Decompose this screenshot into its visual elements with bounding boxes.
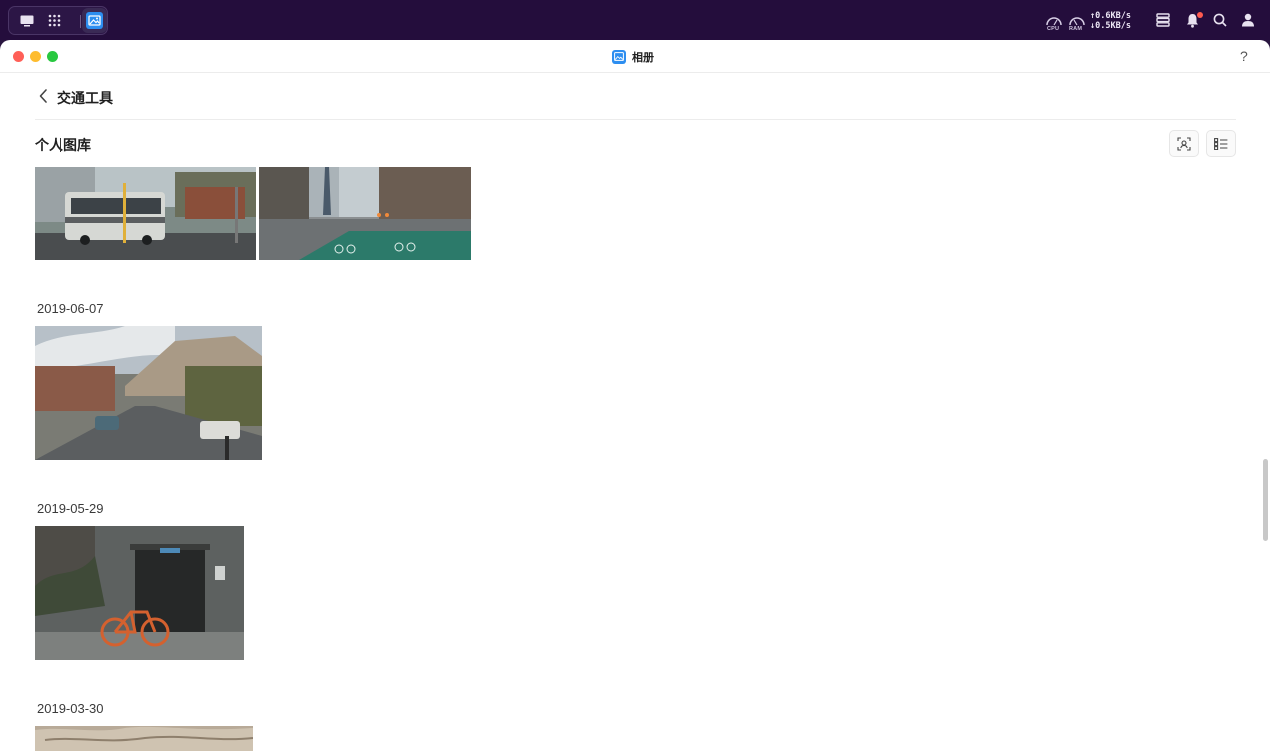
minimize-button[interactable] <box>30 51 41 62</box>
list-view-icon <box>1214 137 1228 150</box>
ram-gauge-icon[interactable] <box>1067 0 1087 40</box>
photo-street-bike-lane[interactable] <box>259 167 471 260</box>
window-title-group: 相册 <box>612 49 654 64</box>
text-cursor <box>60 138 61 152</box>
header-divider <box>35 119 1236 120</box>
photo-orange-bicycle-doorway[interactable] <box>35 526 244 660</box>
album-title: 交通工具 <box>57 90 113 106</box>
close-button[interactable] <box>13 51 24 62</box>
search-icon[interactable] <box>1211 0 1229 40</box>
desktop-icon[interactable] <box>17 7 37 34</box>
user-icon[interactable] <box>1239 0 1257 40</box>
app-grid-icon[interactable] <box>44 7 64 34</box>
photo-mountain-town-street[interactable] <box>35 326 262 460</box>
app-launcher <box>8 6 108 35</box>
system-taskbar: CPU RAM ↑0.6KB/s ↓0.5KB/s <box>0 0 1270 40</box>
photos-app-icon[interactable] <box>82 8 107 33</box>
cpu-label: CPU <box>1047 26 1060 32</box>
window-title: 相册 <box>632 51 654 64</box>
section-title: 个人图库 <box>35 137 91 153</box>
date-header: 2019-05-29 <box>37 501 104 516</box>
date-header: 2019-06-07 <box>37 301 104 316</box>
launcher-divider <box>80 15 81 28</box>
photos-app-icon <box>612 49 626 64</box>
notification-badge <box>1197 12 1203 18</box>
download-speed: 0.5KB/s <box>1095 21 1131 31</box>
face-scan-icon <box>1177 136 1191 151</box>
album-header: 交通工具 <box>0 74 1270 120</box>
photos-window: 相册 ? 交通工具 个人图库 2019-06-07 2019-05-29 201… <box>0 40 1270 751</box>
photo-bus-at-crossing[interactable] <box>35 167 256 260</box>
upload-speed: 0.6KB/s <box>1095 11 1131 21</box>
scrollbar-thumb[interactable] <box>1263 459 1268 541</box>
window-titlebar: 相册 ? <box>0 40 1270 73</box>
help-button[interactable]: ? <box>1240 48 1248 64</box>
network-speed: ↑0.6KB/s ↓0.5KB/s <box>1090 11 1140 31</box>
zoom-button[interactable] <box>47 51 58 62</box>
task-manager-icon[interactable] <box>1154 0 1172 40</box>
back-button[interactable] <box>36 87 52 105</box>
cpu-gauge-icon[interactable] <box>1044 0 1064 40</box>
ram-label: RAM <box>1069 26 1083 32</box>
bell-icon[interactable] <box>1183 0 1201 40</box>
photo-snowy-texture[interactable] <box>35 726 253 751</box>
date-header: 2019-03-30 <box>37 701 104 716</box>
view-mode-button[interactable] <box>1206 130 1236 157</box>
face-recognition-button[interactable] <box>1169 130 1199 157</box>
